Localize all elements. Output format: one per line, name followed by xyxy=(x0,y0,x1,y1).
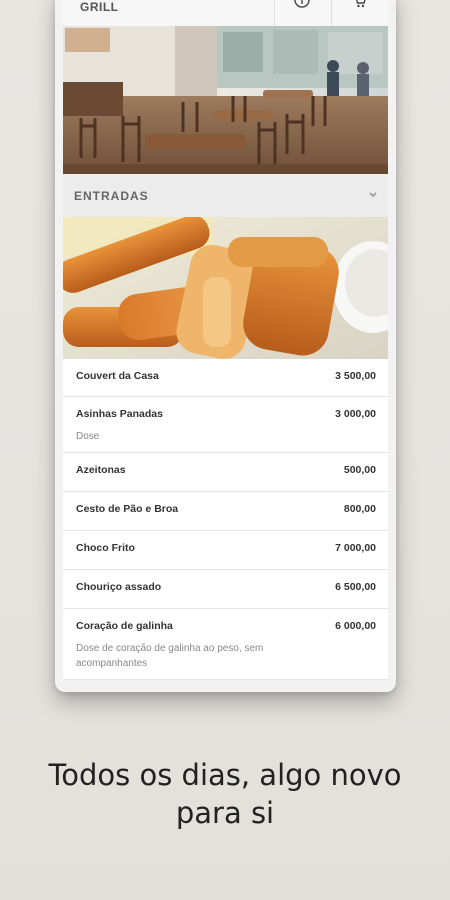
top-bar: GRILL xyxy=(63,0,388,27)
menu-item-price: 3 000,00 xyxy=(335,408,376,420)
menu-item-name: Cesto de Pão e Broa xyxy=(76,503,179,515)
chevron-down-icon xyxy=(369,192,377,198)
menu-list: Couvert da Casa 3 500,00 Asinhas Panadas… xyxy=(63,359,388,680)
brand-logo-text: GRILL xyxy=(80,0,119,14)
tagline-line-1: Todos os dias, algo novo xyxy=(48,758,402,792)
menu-item-price: 6 500,00 xyxy=(335,581,376,593)
menu-item-description: Dose de coração de galinha ao peso, sem … xyxy=(76,643,264,669)
menu-item-price: 7 000,00 xyxy=(335,542,376,554)
menu-item-name: Asinhas Panadas xyxy=(76,408,163,420)
menu-item[interactable]: Cesto de Pão e Broa 800,00 xyxy=(63,492,388,531)
phone-frame: GRILL ENTRADAS Couvert da Casa 3 500,00 … xyxy=(55,0,396,692)
menu-item[interactable]: Coração de galinha 6 000,00 Dose de cora… xyxy=(63,609,388,680)
promo-tagline: Todos os dias, algo novo para si xyxy=(0,756,450,832)
menu-item-name: Azeitonas xyxy=(76,464,126,476)
info-icon[interactable] xyxy=(291,0,313,14)
menu-item-price: 800,00 xyxy=(343,503,376,515)
top-bar-divider xyxy=(331,0,332,26)
section-title: ENTRADAS xyxy=(74,189,149,203)
menu-item-price: 3 500,00 xyxy=(335,370,376,382)
top-bar-divider xyxy=(274,0,275,26)
menu-item-name: Choco Frito xyxy=(76,542,135,554)
menu-item[interactable]: Azeitonas 500,00 xyxy=(63,453,388,492)
app-screen: GRILL ENTRADAS Couvert da Casa 3 500,00 … xyxy=(63,0,388,680)
menu-item-name: Coração de galinha xyxy=(76,620,173,632)
appetizer-photo xyxy=(63,217,388,359)
menu-item[interactable]: Choco Frito 7 000,00 xyxy=(63,531,388,570)
menu-item-name: Couvert da Casa xyxy=(76,370,159,382)
menu-item-price: 6 000,00 xyxy=(335,620,376,632)
section-header-entradas[interactable]: ENTRADAS xyxy=(63,174,388,218)
menu-item-description: Dose xyxy=(76,431,100,442)
menu-item[interactable]: Chouriço assado 6 500,00 xyxy=(63,570,388,609)
restaurant-interior-photo xyxy=(63,26,388,174)
tagline-line-2: para si xyxy=(175,796,275,830)
menu-item[interactable]: Couvert da Casa 3 500,00 xyxy=(63,359,388,397)
menu-item-price: 500,00 xyxy=(343,464,376,476)
cart-icon[interactable] xyxy=(353,0,367,10)
menu-item-name: Chouriço assado xyxy=(76,581,162,593)
menu-item[interactable]: Asinhas Panadas 3 000,00 Dose xyxy=(63,397,388,453)
